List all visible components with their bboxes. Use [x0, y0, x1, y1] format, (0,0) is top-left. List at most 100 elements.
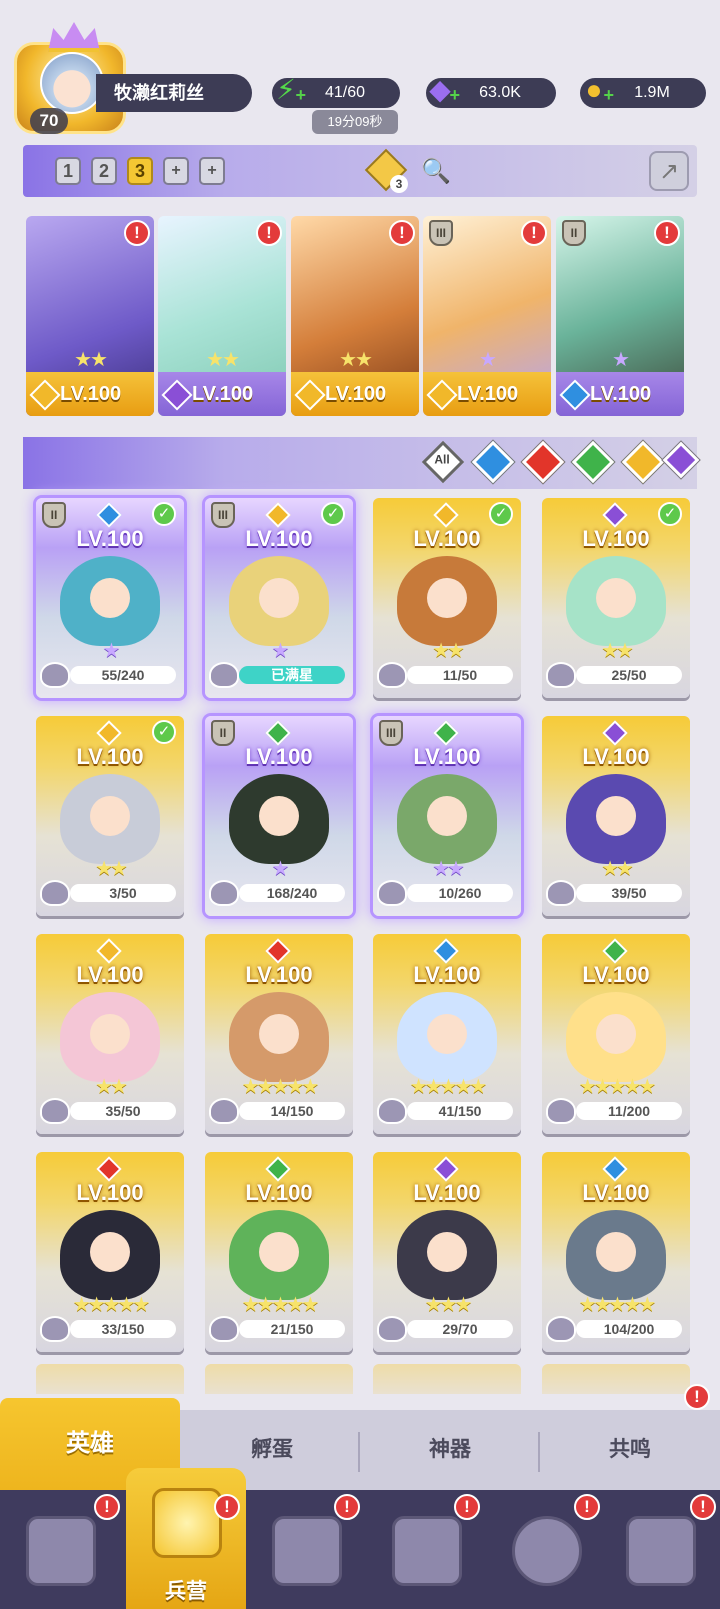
shard-icon — [546, 1316, 576, 1342]
team-tab-2[interactable]: 2 — [91, 157, 117, 185]
filter-wind-icon[interactable] — [571, 440, 615, 484]
hero-card[interactable]: ✓ LV.100 ★★ 3/50 — [36, 716, 184, 916]
gem-counter[interactable]: ◆ + 63.0K — [426, 75, 556, 108]
tab-resonance-alert: ! — [684, 1384, 710, 1410]
nav-book[interactable]: ! — [246, 1490, 366, 1609]
nav-castle[interactable]: ! — [366, 1490, 486, 1609]
team-tab-1[interactable]: 1 — [55, 157, 81, 185]
rank-badge: II — [42, 502, 66, 528]
hero-card[interactable]: ✓ LV.100 ★★ 11/50 — [373, 498, 521, 698]
gold-value: 1.9M — [634, 84, 670, 101]
hero-card-partial — [542, 1364, 690, 1394]
nav-guild[interactable]: ! — [486, 1490, 606, 1609]
hero-card[interactable]: LV.100 ★★★★★ 11/200 — [542, 934, 690, 1134]
hero-card[interactable]: ✓ II LV.100 ★ 55/240 — [36, 498, 184, 698]
hero-card[interactable]: II LV.100 ★ 168/240 — [205, 716, 353, 916]
team-hero-card[interactable]: ★★ LV.100 ! — [158, 216, 286, 416]
gold-counter[interactable]: ● + 1.9M — [580, 75, 706, 108]
hero-level: LV.100 — [76, 962, 144, 987]
hero-card[interactable]: LV.100 ★★★★★ 41/150 — [373, 934, 521, 1134]
filter-all-label: All — [434, 452, 450, 467]
banner-icon — [626, 1516, 696, 1586]
team-hero-card[interactable]: ★ LV.100 ! II — [556, 216, 684, 416]
hero-stars: ★ — [271, 640, 290, 662]
shard-icon — [546, 880, 576, 906]
team-tab-3[interactable]: 3 — [127, 157, 153, 185]
check-icon: ✓ — [658, 502, 682, 526]
filter-sun-icon[interactable] — [621, 440, 665, 484]
hero-level: LV.100 — [582, 962, 650, 987]
add-team-button[interactable]: + — [199, 157, 225, 185]
shard-progress: 35/50 — [70, 1102, 176, 1120]
nav-cards[interactable]: ! — [0, 1490, 120, 1609]
team-hero-card[interactable]: ★★ LV.100 ! — [26, 216, 154, 416]
nav-alert: ! — [94, 1494, 120, 1520]
rank-badge: III — [211, 502, 235, 528]
energy-timer: 19分09秒 — [312, 110, 398, 134]
magnifier-icon[interactable]: 🔍 — [421, 157, 451, 186]
hero-card[interactable]: LV.100 ★★★ 29/70 — [373, 1152, 521, 1352]
nav-alert: ! — [454, 1494, 480, 1520]
barracks-icon — [152, 1488, 222, 1558]
hero-portrait — [229, 556, 329, 646]
hero-portrait — [229, 774, 329, 864]
hero-card[interactable]: III LV.100 ★★ 10/260 — [373, 716, 521, 916]
check-icon: ✓ — [489, 502, 513, 526]
hero-card-partial — [36, 1364, 184, 1394]
nav-barracks-label: 兵营 — [165, 1580, 207, 1603]
element-filter-bar: All — [23, 437, 700, 489]
alert-badge: ! — [521, 220, 547, 246]
shard-progress: 14/150 — [239, 1102, 345, 1120]
filter-fire-icon[interactable] — [521, 440, 565, 484]
hero-card[interactable]: ✓ III LV.100 ★ 已满星 — [205, 498, 353, 698]
check-icon: ✓ — [321, 502, 345, 526]
hero-card[interactable]: ✓ LV.100 ★★ 25/50 — [542, 498, 690, 698]
share-button[interactable]: ↗ — [649, 151, 689, 191]
nav-alert: ! — [334, 1494, 360, 1520]
hero-portrait — [397, 774, 497, 864]
alert-badge: ! — [654, 220, 680, 246]
nav-banner[interactable]: ! — [600, 1490, 720, 1609]
hero-portrait — [60, 774, 160, 864]
hero-level: LV.100 — [582, 1180, 650, 1205]
hero-level: LV.100 — [60, 383, 122, 405]
hero-card[interactable]: LV.100 ★★★★★ 14/150 — [205, 934, 353, 1134]
shard-icon — [209, 662, 239, 688]
rank-badge: III — [379, 720, 403, 746]
filter-water-icon[interactable] — [471, 440, 515, 484]
hero-portrait — [566, 1210, 666, 1300]
crown-icon — [48, 22, 100, 52]
shard-progress: 21/150 — [239, 1320, 345, 1338]
hero-stars: ★★ — [95, 858, 128, 880]
hero-card[interactable]: LV.100 ★★ 35/50 — [36, 934, 184, 1134]
hero-portrait — [229, 1210, 329, 1300]
bottom-nav: ! 兵营 ! ! ! ! ! — [0, 1468, 720, 1609]
shard-icon — [40, 1098, 70, 1124]
top-bar: 70 牧濑红莉丝 ⚡ + 41/60 19分09秒 ◆ + 63.0K ● + 1.9… — [0, 0, 720, 140]
filter-all-button[interactable]: All — [421, 440, 465, 484]
shard-icon — [377, 662, 407, 688]
gem-value: 63.0K — [479, 84, 521, 101]
add-team-button[interactable]: + — [163, 157, 189, 185]
hero-portrait — [60, 556, 160, 646]
tab-artifacts[interactable]: 神器 — [360, 1410, 540, 1490]
hero-stars: ★★ — [601, 640, 634, 662]
tab-resonance[interactable]: 共鸣 — [540, 1410, 720, 1490]
energy-value: 41/60 — [324, 84, 366, 101]
hero-stars: ★★ — [601, 858, 634, 880]
hero-stars: ★★★★★ — [72, 1294, 151, 1316]
hero-card-partial — [373, 1364, 521, 1394]
energy-counter[interactable]: ⚡ + 41/60 — [272, 75, 400, 108]
shard-progress: 104/200 — [576, 1320, 682, 1338]
hero-card[interactable]: LV.100 ★★★★★ 33/150 — [36, 1152, 184, 1352]
team-hero-card[interactable]: ★ LV.100 ! III — [423, 216, 551, 416]
hero-portrait — [397, 992, 497, 1082]
filter-moon-icon[interactable] — [662, 441, 700, 479]
hero-level: LV.100 — [457, 383, 519, 405]
hero-portrait — [566, 992, 666, 1082]
team-hero-card[interactable]: ★★ LV.100 ! — [291, 216, 419, 416]
nav-barracks[interactable]: 兵营 ! — [126, 1468, 246, 1609]
hero-card[interactable]: LV.100 ★★★★★ 21/150 — [205, 1152, 353, 1352]
hero-card[interactable]: LV.100 ★★★★★ 104/200 — [542, 1152, 690, 1352]
hero-card[interactable]: LV.100 ★★ 39/50 — [542, 716, 690, 916]
